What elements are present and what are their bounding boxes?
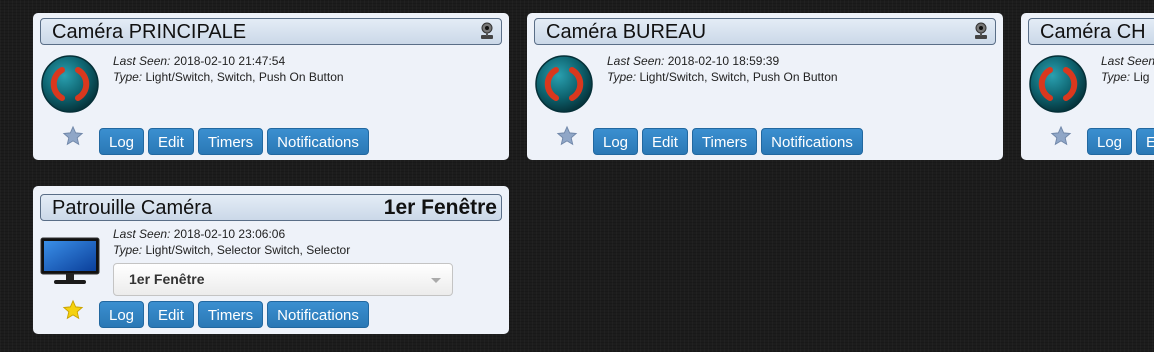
device-card-camera-bureau: Caméra BUREAU Last Seen: 2018-02-10 18:5… [527, 13, 1003, 160]
notifications-button[interactable]: Notifications [267, 128, 369, 155]
favorite-star-icon[interactable] [62, 125, 84, 147]
type-row: Type: Light/Switch, Selector Switch, Sel… [113, 242, 350, 258]
device-card-patrouille-camera: Patrouille Caméra 1er Fenêtre Last Seen:… [33, 186, 509, 334]
push-button-icon[interactable] [40, 54, 100, 114]
last-seen-label: Last Seen: [113, 227, 171, 241]
type-row: Type: Light/Switch, Switch, Push On Butt… [607, 69, 838, 85]
card-title: Patrouille Caméra [52, 197, 213, 219]
monitor-icon [40, 230, 100, 290]
timers-button[interactable]: Timers [691, 128, 758, 155]
notifications-button[interactable]: Notifications [267, 301, 369, 328]
last-seen-label: Last Seen: [1101, 54, 1154, 68]
camera-icon [479, 22, 495, 40]
type-value: Light/Switch, Switch, Push On Button [639, 70, 838, 84]
card-header: Patrouille Caméra 1er Fenêtre [40, 194, 502, 221]
edit-button[interactable]: E [1136, 128, 1154, 155]
type-row: Type: Lig [1101, 69, 1154, 85]
last-seen-row: Last Seen: 2018-02-10 18:59:39 [607, 53, 838, 69]
favorite-star-icon[interactable] [556, 125, 578, 147]
card-header: Caméra CH [1028, 18, 1154, 45]
device-info: Last Seen: 2018-02-10 23:06:06 Type: Lig… [113, 226, 350, 258]
type-value: Lig [1133, 70, 1150, 84]
camera-icon [973, 22, 989, 40]
type-label: Type: [113, 70, 143, 84]
card-header: Caméra BUREAU [534, 18, 996, 45]
card-title: Caméra CH [1040, 21, 1146, 43]
device-info: Last Seen: Type: Lig [1101, 53, 1154, 85]
button-row: Log Edit Timers Notifications [99, 128, 369, 155]
timers-button[interactable]: Timers [197, 301, 264, 328]
log-button[interactable]: Log [99, 301, 145, 328]
last-seen-row: Last Seen: 2018-02-10 21:47:54 [113, 53, 344, 69]
last-seen-row: Last Seen: 2018-02-10 23:06:06 [113, 226, 350, 242]
card-title: Caméra PRINCIPALE [52, 21, 247, 43]
last-seen-value: 2018-02-10 18:59:39 [667, 54, 780, 68]
last-seen-label: Last Seen: [607, 54, 665, 68]
dropdown-arrow-icon [431, 278, 441, 283]
selector-status: 1er Fenêtre [383, 196, 497, 219]
edit-button[interactable]: Edit [642, 128, 688, 155]
last-seen-value: 2018-02-10 21:47:54 [173, 54, 286, 68]
level-selector[interactable]: 1er Fenêtre [113, 263, 453, 296]
last-seen-row: Last Seen: [1101, 53, 1154, 69]
timers-button[interactable]: Timers [197, 128, 264, 155]
notifications-button[interactable]: Notifications [761, 128, 863, 155]
card-title: Caméra BUREAU [546, 21, 707, 43]
device-card-camera-ch: Caméra CH Last Seen: Type: Lig Log E [1021, 13, 1154, 160]
edit-button[interactable]: Edit [148, 301, 194, 328]
type-label: Type: [113, 243, 143, 257]
log-button[interactable]: Log [99, 128, 145, 155]
card-header: Caméra PRINCIPALE [40, 18, 502, 45]
push-button-icon[interactable] [534, 54, 594, 114]
type-value: Light/Switch, Selector Switch, Selector [145, 243, 351, 257]
button-row: Log Edit Timers Notifications [99, 301, 369, 328]
button-row: Log Edit Timers Notifications [593, 128, 863, 155]
type-row: Type: Light/Switch, Switch, Push On Butt… [113, 69, 344, 85]
device-info: Last Seen: 2018-02-10 21:47:54 Type: Lig… [113, 53, 344, 85]
favorite-star-icon[interactable] [62, 299, 84, 321]
push-button-icon[interactable] [1028, 54, 1088, 114]
button-row: Log E [1087, 128, 1154, 155]
type-value: Light/Switch, Switch, Push On Button [145, 70, 344, 84]
log-button[interactable]: Log [1087, 128, 1133, 155]
edit-button[interactable]: Edit [148, 128, 194, 155]
last-seen-label: Last Seen: [113, 54, 171, 68]
device-info: Last Seen: 2018-02-10 18:59:39 Type: Lig… [607, 53, 838, 85]
favorite-star-icon[interactable] [1050, 125, 1072, 147]
type-label: Type: [1101, 70, 1131, 84]
log-button[interactable]: Log [593, 128, 639, 155]
device-card-camera-principale: Caméra PRINCIPALE Last Seen: 2018-02-10 … [33, 13, 509, 160]
selector-value: 1er Fenêtre [129, 271, 205, 287]
type-label: Type: [607, 70, 637, 84]
last-seen-value: 2018-02-10 23:06:06 [173, 227, 286, 241]
